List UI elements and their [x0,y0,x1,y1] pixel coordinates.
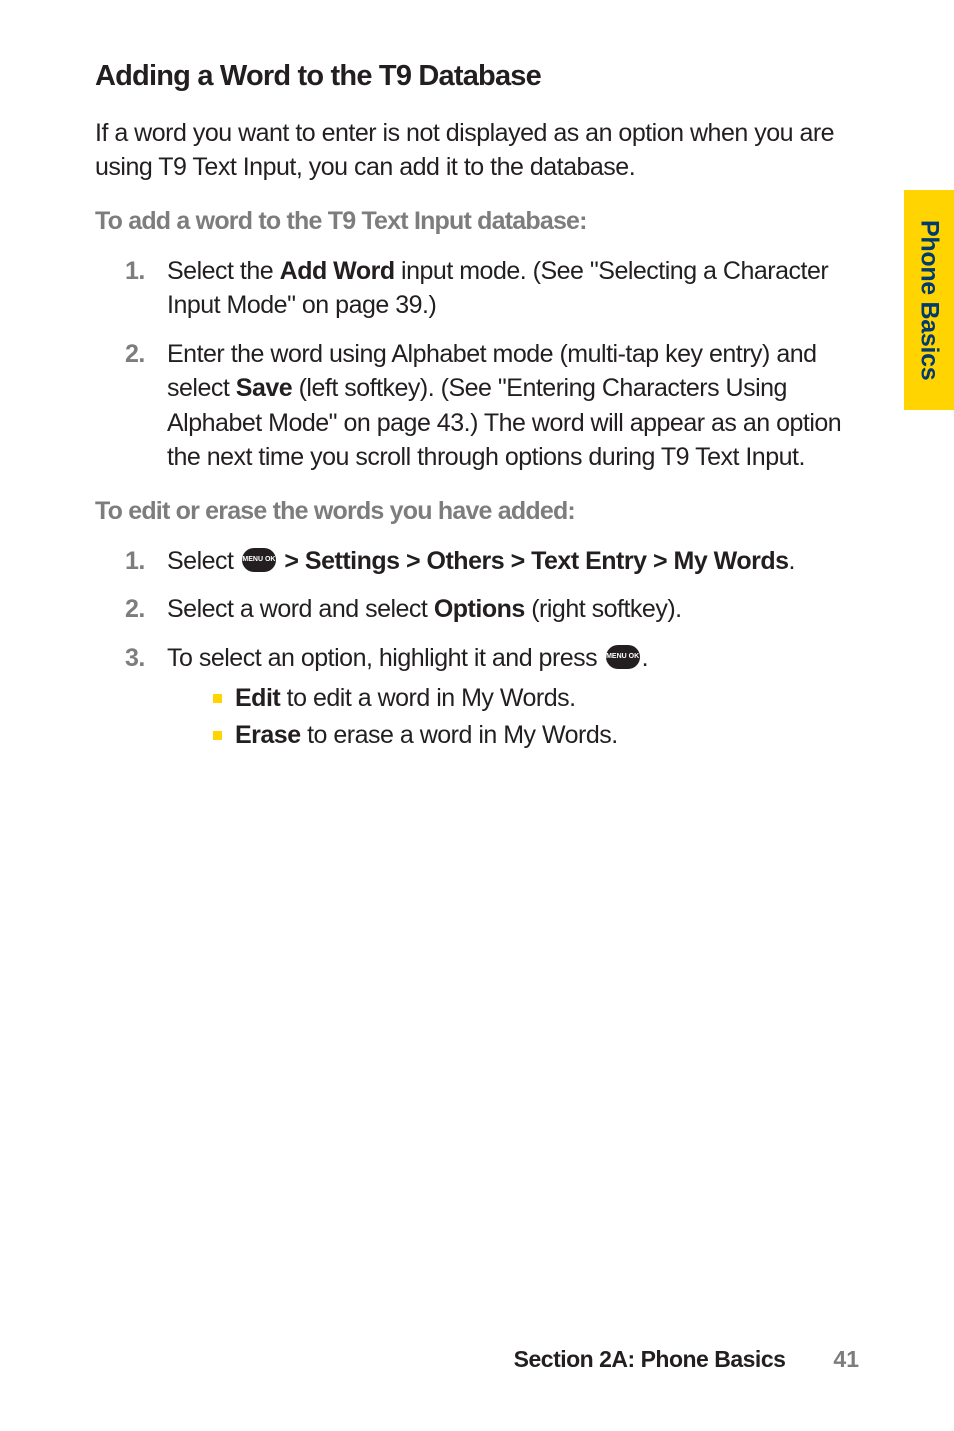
step-item: 2. Select a word and select Options (rig… [125,592,859,627]
menu-ok-icon: MENU OK [606,645,640,669]
page-footer: Section 2A: Phone Basics 41 [0,1346,954,1373]
step-item: 1. Select the Add Word input mode. (See … [125,254,859,323]
step-text: Select a word and select Options (right … [167,595,682,623]
step-item: 2. Enter the word using Alphabet mode (m… [125,337,859,475]
step-text: Select MENU OK > Settings > Others > Tex… [167,547,795,575]
step-item: 1. Select MENU OK > Settings > Others > … [125,544,859,579]
footer-page-number: 41 [833,1346,859,1373]
step-number: 1. [125,254,145,289]
sub-option-item: Erase to erase a word in My Words. [213,718,859,753]
steps-list-2: 1. Select MENU OK > Settings > Others > … [95,544,859,754]
step-text: Enter the word using Alphabet mode (mult… [167,340,841,472]
intro-paragraph: If a word you want to enter is not displ… [95,117,859,185]
subheading-edit-erase: To edit or erase the words you have adde… [95,497,859,526]
footer-section-title: Section 2A: Phone Basics [514,1346,786,1373]
step-item: 3. To select an option, highlight it and… [125,641,859,754]
page-content: Adding a Word to the T9 Database If a wo… [0,0,954,753]
step-number: 1. [125,544,145,579]
menu-ok-icon: MENU OK [242,548,276,572]
step-number: 2. [125,337,145,372]
page-heading: Adding a Word to the T9 Database [95,60,859,93]
sub-options-list: Edit to edit a word in My Words. Erase t… [167,681,859,753]
sub-option-item: Edit to edit a word in My Words. [213,681,859,716]
steps-list-1: 1. Select the Add Word input mode. (See … [95,254,859,475]
step-number: 2. [125,592,145,627]
step-text: Select the Add Word input mode. (See "Se… [167,257,828,320]
subheading-add-word: To add a word to the T9 Text Input datab… [95,207,859,236]
step-text: To select an option, highlight it and pr… [167,644,648,672]
step-number: 3. [125,641,145,676]
